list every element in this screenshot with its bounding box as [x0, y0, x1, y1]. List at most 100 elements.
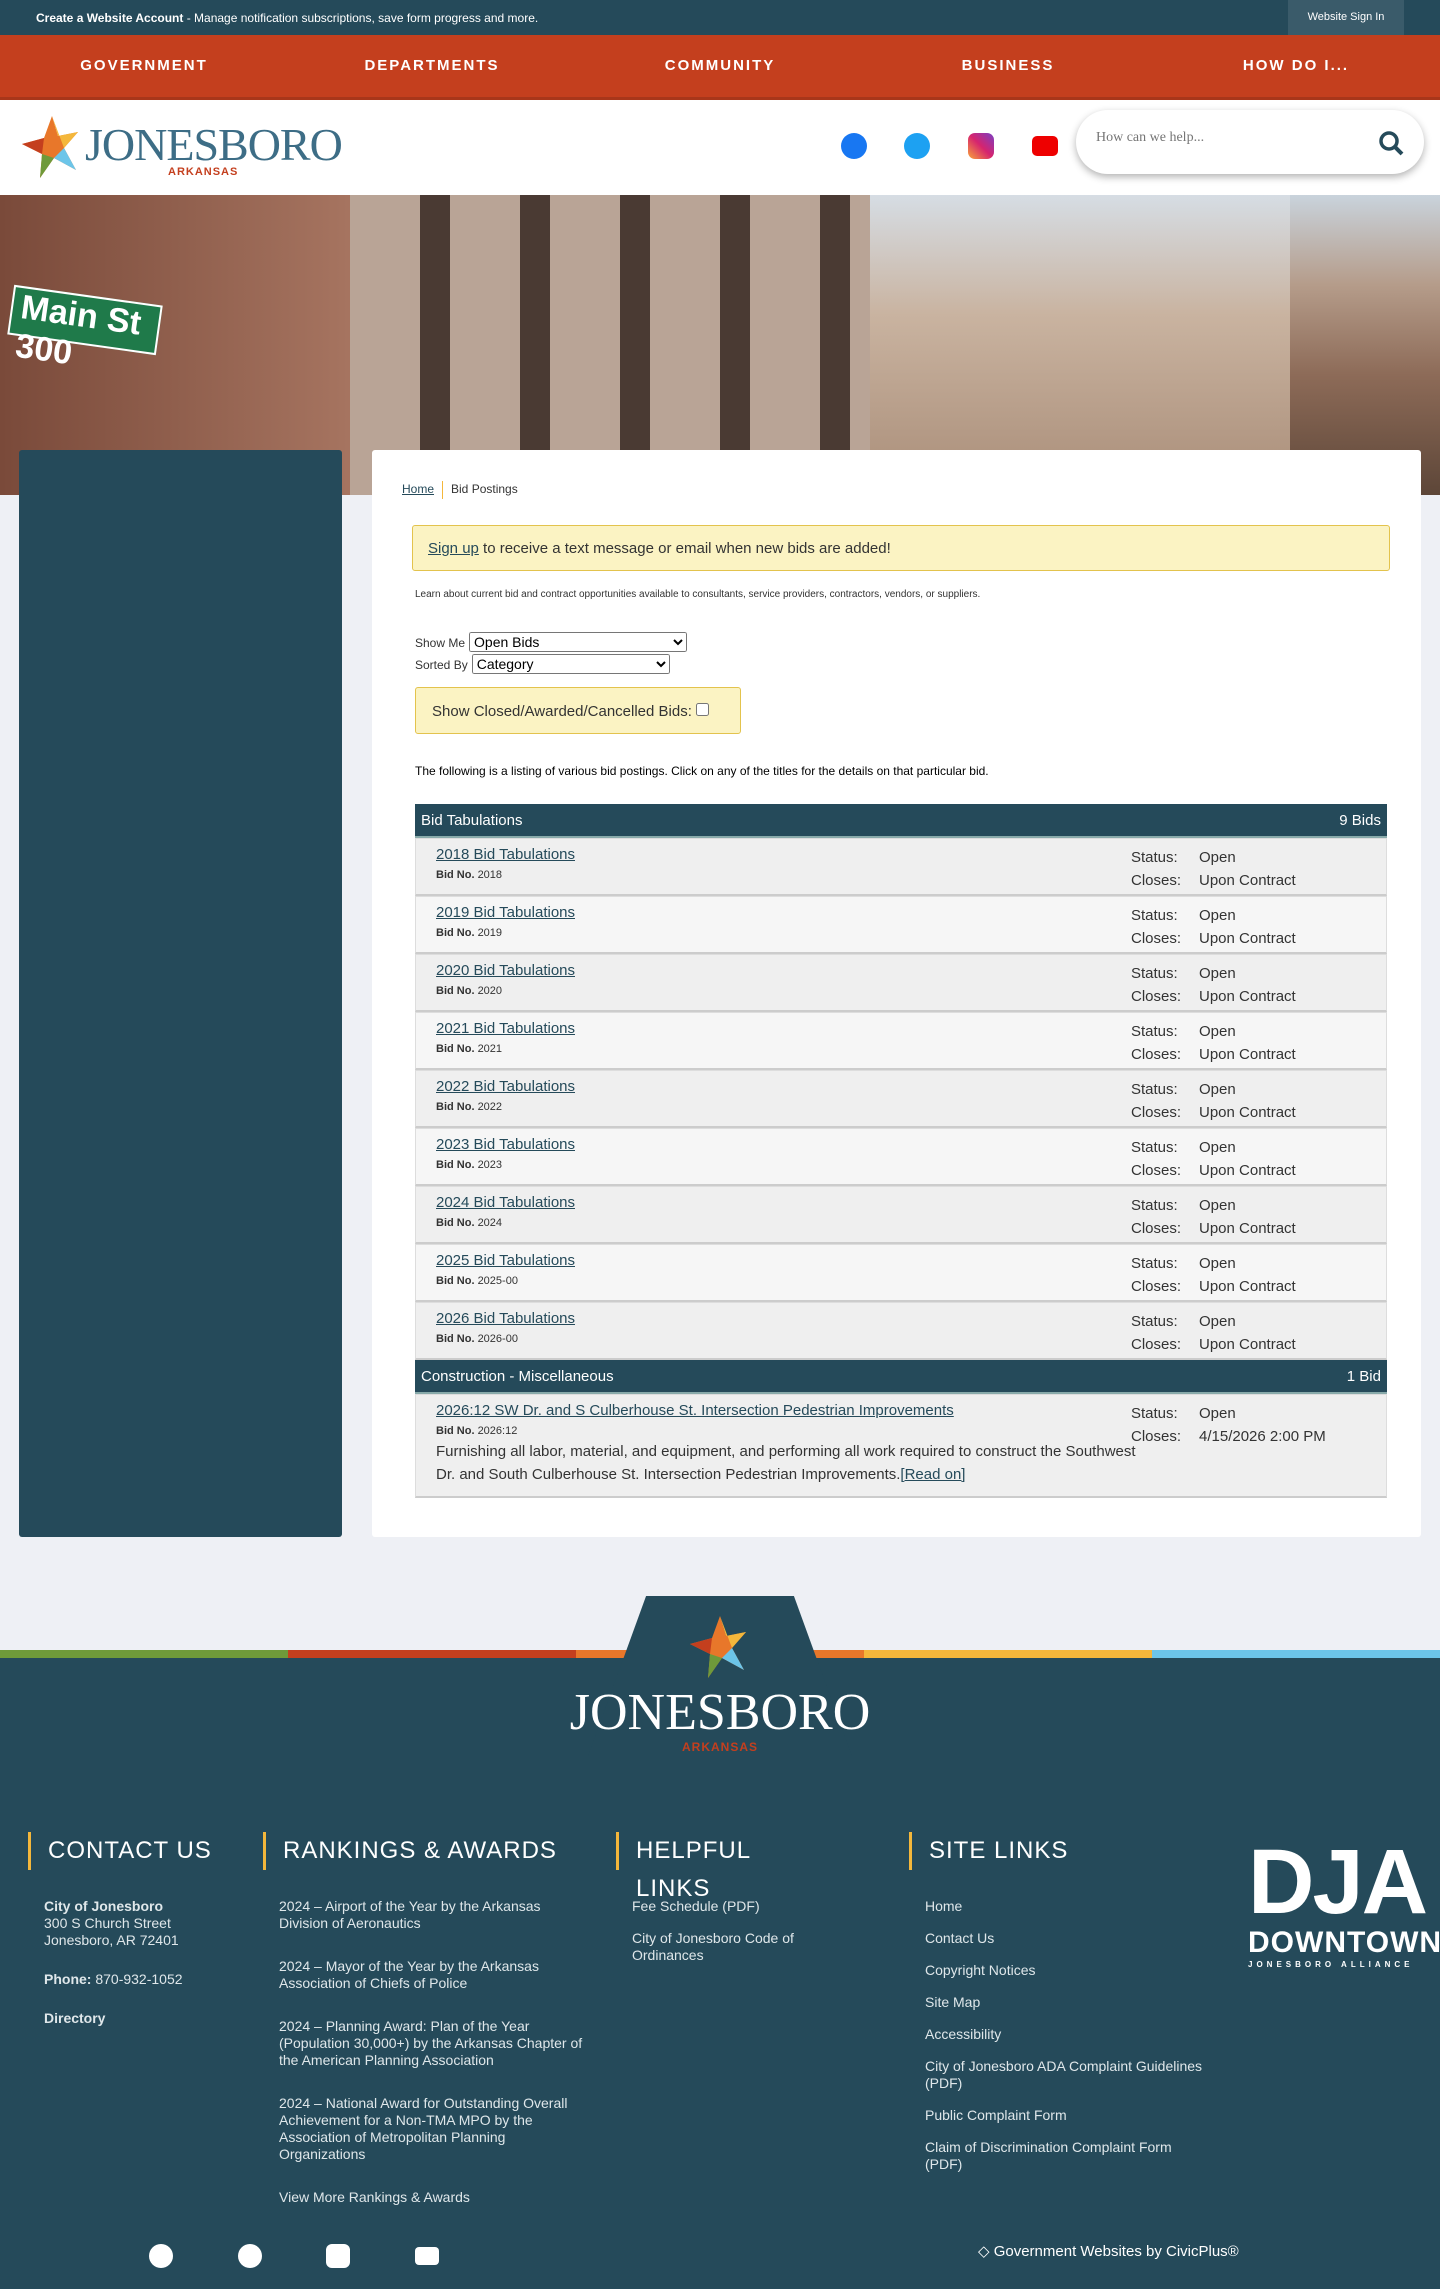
- bid-status: Open: [1199, 1139, 1236, 1156]
- bid-row: 2020 Bid Tabulations Bid No. 2020 Status…: [415, 954, 1387, 1012]
- site-links-column: SITE LINKS Home Contact Us Copyright Notice…: [909, 1832, 1209, 2188]
- nav-business[interactable]: BUSINESS: [864, 35, 1152, 97]
- footer-link[interactable]: 2024 – National Award for Outstanding Ov…: [263, 2095, 583, 2163]
- search-box: [1076, 110, 1424, 174]
- nav-how-do-i[interactable]: HOW DO I...: [1152, 35, 1440, 97]
- sign-up-link[interactable]: Sign up: [428, 540, 479, 557]
- closes-label: Closes:: [1131, 1104, 1182, 1121]
- stripe-green: [0, 1650, 288, 1658]
- listing-intro: The following is a listing of various bi…: [415, 764, 989, 778]
- bid-title-link[interactable]: 2026:12 SW Dr. and S Culberhouse St. Int…: [436, 1402, 954, 1419]
- sign-in-button[interactable]: Website Sign In: [1288, 0, 1404, 35]
- civicplus-text: Government Websites by CivicPlus®: [993, 2243, 1239, 2260]
- footer-link[interactable]: City of Jonesboro ADA Complaint Guidelin…: [909, 2058, 1209, 2092]
- bid-closes: Upon Contract: [1199, 988, 1296, 1005]
- header: JONESBORO ARKANSAS: [0, 100, 1440, 195]
- civicplus-link[interactable]: ◇ Government Websites by CivicPlus®: [978, 2242, 1239, 2260]
- twitter-icon[interactable]: [904, 133, 930, 159]
- footer-link[interactable]: Public Complaint Form: [909, 2107, 1209, 2124]
- bid-title-link[interactable]: 2026 Bid Tabulations: [436, 1310, 575, 1327]
- sorted-by-select[interactable]: Category: [471, 654, 670, 674]
- footer-youtube-icon[interactable]: [415, 2247, 439, 2265]
- footer-link[interactable]: Fee Schedule (PDF): [616, 1898, 826, 1915]
- footer-link[interactable]: 2024 – Airport of the Year by the Arkans…: [263, 1898, 583, 1932]
- footer-twitter-icon[interactable]: [238, 2244, 262, 2268]
- category-name: Construction - Miscellaneous: [421, 1368, 614, 1385]
- search-icon[interactable]: [1378, 130, 1404, 156]
- logo-subtitle: ARKANSAS: [168, 166, 239, 178]
- bid-title-link[interactable]: 2023 Bid Tabulations: [436, 1136, 575, 1153]
- footer-link[interactable]: City of Jonesboro Code of Ordinances: [616, 1930, 826, 1964]
- instagram-icon[interactable]: [968, 133, 994, 159]
- category-name: Bid Tabulations: [421, 812, 523, 829]
- bid-title-link[interactable]: 2020 Bid Tabulations: [436, 962, 575, 979]
- bid-number: 2026:12: [477, 1425, 518, 1437]
- bid-no-label: Bid No.: [436, 869, 475, 881]
- bid-number: 2021: [477, 1043, 503, 1055]
- site-logo[interactable]: JONESBORO ARKANSAS: [20, 114, 343, 180]
- facebook-icon[interactable]: [841, 133, 867, 159]
- bid-no-label: Bid No.: [436, 1159, 475, 1171]
- bid-status: Open: [1199, 907, 1236, 924]
- create-account-link[interactable]: Create a Website Account: [36, 11, 183, 25]
- status-label: Status:: [1131, 1023, 1178, 1040]
- phone-number[interactable]: 870-932-1052: [91, 1971, 182, 1987]
- bid-row: 2021 Bid Tabulations Bid No. 2021 Status…: [415, 1012, 1387, 1070]
- footer-link[interactable]: Contact Us: [909, 1930, 1209, 1947]
- breadcrumb-home[interactable]: Home: [402, 482, 434, 496]
- nav-government[interactable]: GOVERNMENT: [0, 35, 288, 97]
- bid-row: 2026 Bid Tabulations Bid No. 2026-00 Sta…: [415, 1302, 1387, 1360]
- show-closed-label: Show Closed/Awarded/Cancelled Bids:: [432, 703, 692, 720]
- bid-no-label: Bid No.: [436, 1043, 475, 1055]
- footer-link[interactable]: Accessibility: [909, 2026, 1209, 2043]
- bid-row: 2023 Bid Tabulations Bid No. 2023 Status…: [415, 1128, 1387, 1186]
- show-closed-box: Show Closed/Awarded/Cancelled Bids:: [415, 687, 741, 734]
- search-input[interactable]: [1096, 130, 1356, 146]
- rankings-column: RANKINGS & AWARDS 2024 – Airport of the Y…: [263, 1832, 583, 2232]
- show-me-select[interactable]: Open Bids: [469, 632, 688, 652]
- bid-status: Open: [1199, 1023, 1236, 1040]
- dja-logo[interactable]: DJA DOWNTOWN JONESBORO ALLIANCE: [1248, 1836, 1440, 1969]
- bid-row: 2022 Bid Tabulations Bid No. 2022 Status…: [415, 1070, 1387, 1128]
- status-label: Status:: [1131, 965, 1178, 982]
- bid-row: 2018 Bid Tabulations Bid No. 2018 Status…: [415, 838, 1387, 896]
- stripe-blue: [1152, 1650, 1440, 1658]
- youtube-icon[interactable]: [1032, 136, 1058, 156]
- footer-instagram-icon[interactable]: [326, 2244, 350, 2268]
- bid-number: 2024: [477, 1217, 503, 1229]
- bid-title-link[interactable]: 2024 Bid Tabulations: [436, 1194, 575, 1211]
- bid-closes: 4/15/2026 2:00 PM: [1199, 1428, 1326, 1445]
- nav-community[interactable]: COMMUNITY: [576, 35, 864, 97]
- status-label: Status:: [1131, 1197, 1178, 1214]
- bid-description: Furnishing all labor, material, and equi…: [436, 1443, 1136, 1483]
- footer-link[interactable]: Claim of Discrimination Complaint Form (…: [909, 2139, 1209, 2173]
- bid-title-link[interactable]: 2018 Bid Tabulations: [436, 846, 575, 863]
- footer-link[interactable]: 2024 – Mayor of the Year by the Arkansas…: [263, 1958, 583, 1992]
- bid-title-link[interactable]: 2019 Bid Tabulations: [436, 904, 575, 921]
- footer-link[interactable]: Site Map: [909, 1994, 1209, 2011]
- footer-link[interactable]: Copyright Notices: [909, 1962, 1209, 1979]
- bid-number: 2022: [477, 1101, 503, 1113]
- top-bar: Create a Website Account - Manage notifi…: [0, 0, 1440, 35]
- contact-street: 300 S Church Street: [44, 1915, 171, 1931]
- nav-departments[interactable]: DEPARTMENTS: [288, 35, 576, 97]
- bid-closes: Upon Contract: [1199, 1104, 1296, 1121]
- directory-link[interactable]: Directory: [44, 2010, 105, 2026]
- bid-title-link[interactable]: 2025 Bid Tabulations: [436, 1252, 575, 1269]
- bid-closes: Upon Contract: [1199, 930, 1296, 947]
- contact-name: City of Jonesboro: [44, 1898, 164, 1914]
- bid-status: Open: [1199, 1255, 1236, 1272]
- closes-label: Closes:: [1131, 1336, 1182, 1353]
- status-label: Status:: [1131, 907, 1178, 924]
- footer-link[interactable]: 2024 – Planning Award: Plan of the Year …: [263, 2018, 583, 2069]
- bid-status: Open: [1199, 1313, 1236, 1330]
- footer-link[interactable]: View More Rankings & Awards: [263, 2189, 583, 2206]
- show-closed-checkbox[interactable]: [696, 703, 710, 716]
- footer-facebook-icon[interactable]: [149, 2244, 173, 2268]
- bid-title-link[interactable]: 2022 Bid Tabulations: [436, 1078, 575, 1095]
- status-label: Status:: [1131, 1081, 1178, 1098]
- read-on-link[interactable]: [Read on]: [900, 1466, 965, 1483]
- footer-link[interactable]: Home: [909, 1898, 1209, 1915]
- bid-number: 2020: [477, 985, 503, 997]
- bid-title-link[interactable]: 2021 Bid Tabulations: [436, 1020, 575, 1037]
